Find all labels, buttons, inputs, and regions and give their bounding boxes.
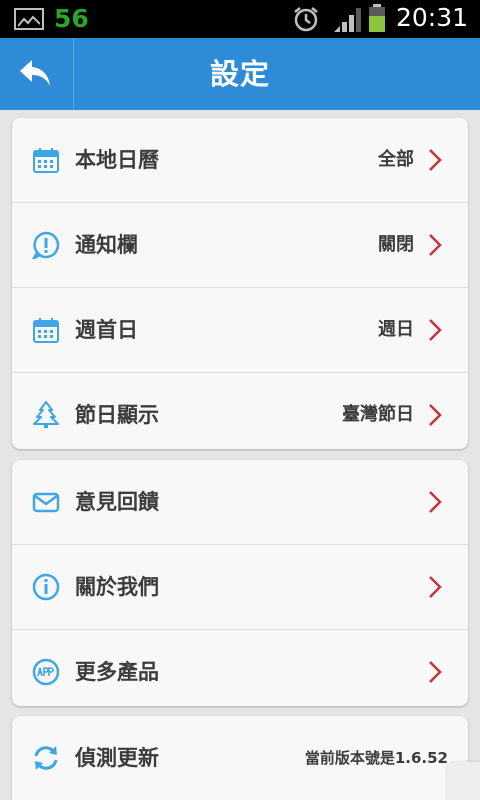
chevron-right-icon (429, 404, 442, 426)
clock-time: 20:31 (396, 3, 469, 32)
setting-row-about-us[interactable]: 關於我們 (12, 545, 468, 630)
app-icon (32, 658, 60, 686)
chevron-right-icon (429, 319, 442, 341)
mail-icon (32, 492, 60, 513)
setting-label: 週首日 (75, 318, 138, 342)
setting-value: 全部 (378, 149, 414, 170)
version-text: 當前版本號是1.6.52 (304, 749, 448, 767)
setting-value: 臺灣節日 (342, 404, 414, 425)
chevron-right-icon (429, 234, 442, 256)
setting-label: 偵測更新 (75, 746, 159, 770)
signal-icon (334, 6, 362, 36)
settings-group-update: 偵測更新 當前版本號是1.6.52 (12, 716, 468, 800)
setting-row-holiday-display[interactable]: 節日顯示 臺灣節日 (12, 373, 468, 449)
setting-row-notification-bar[interactable]: 通知欄 關閉 (12, 203, 468, 288)
chevron-right-icon (429, 491, 442, 513)
setting-row-local-calendar[interactable]: 本地日曆 全部 (12, 118, 468, 203)
calendar-icon (33, 318, 59, 343)
refresh-icon (34, 746, 58, 770)
floating-handle[interactable] (447, 762, 480, 800)
back-button[interactable] (0, 38, 72, 110)
gallery-icon (14, 8, 44, 30)
notification-icon (32, 231, 60, 259)
setting-label: 關於我們 (75, 575, 159, 599)
header-divider (73, 38, 74, 110)
settings-group-about: 意見回饋 關於我們 更多產品 (12, 460, 468, 706)
status-bar: 56 20:31 (0, 0, 480, 38)
notification-count: 56 (54, 4, 89, 33)
setting-label: 通知欄 (75, 233, 138, 257)
page-title: 設定 (209, 57, 270, 91)
alarm-icon (292, 6, 320, 36)
setting-label: 更多產品 (75, 660, 159, 684)
setting-label: 意見回饋 (75, 490, 159, 514)
chevron-right-icon (429, 576, 442, 598)
setting-row-week-start[interactable]: 週首日 週日 (12, 288, 468, 373)
calendar-icon (33, 148, 59, 173)
setting-row-more-products[interactable]: 更多產品 (12, 630, 468, 706)
chevron-right-icon (429, 661, 442, 683)
setting-row-check-update[interactable]: 偵測更新 當前版本號是1.6.52 (12, 716, 468, 800)
info-icon (32, 573, 60, 601)
setting-label: 本地日曆 (75, 148, 159, 172)
back-arrow-icon (20, 60, 50, 86)
chevron-right-icon (429, 149, 442, 171)
tree-icon (33, 401, 59, 428)
setting-row-feedback[interactable]: 意見回饋 (12, 460, 468, 545)
battery-icon (368, 4, 386, 32)
app-header: 設定 (0, 38, 480, 110)
settings-group-display: 本地日曆 全部 通知欄 關閉 週首日 週日 節日顯示 臺灣節日 (12, 118, 468, 449)
setting-value: 週日 (378, 319, 414, 340)
setting-label: 節日顯示 (75, 403, 159, 427)
setting-value: 關閉 (378, 234, 414, 255)
